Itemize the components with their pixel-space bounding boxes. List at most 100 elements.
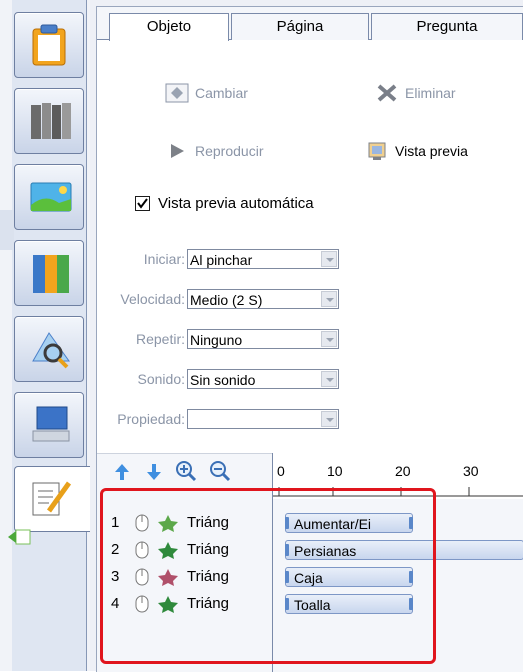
clipboard-icon bbox=[32, 24, 66, 66]
animation-index: 4 bbox=[111, 595, 120, 612]
play-label: Reproducir bbox=[195, 143, 264, 159]
mouse-click-icon bbox=[135, 541, 149, 559]
landscape-icon bbox=[30, 182, 72, 212]
property-select[interactable] bbox=[187, 409, 339, 429]
effect-bar-start-handle[interactable] bbox=[285, 571, 289, 583]
effect-bar[interactable]: Aumentar/Ei bbox=[285, 513, 413, 533]
property-dropdown-arrow-icon[interactable] bbox=[321, 411, 337, 427]
timeline-ruler: 0 10 20 30 bbox=[272, 453, 523, 499]
preview-icon bbox=[365, 141, 389, 161]
move-down-icon[interactable] bbox=[145, 462, 163, 482]
background-button[interactable] bbox=[14, 164, 84, 230]
checkmark-icon bbox=[137, 198, 148, 209]
sound-select[interactable]: Sin sonido bbox=[187, 369, 339, 389]
play-button[interactable]: Reproducir bbox=[165, 141, 263, 161]
ruler-tick-0: 0 bbox=[277, 463, 285, 479]
animation-row[interactable]: 2 Triáng bbox=[111, 538, 229, 562]
change-icon bbox=[165, 83, 189, 103]
animation-row[interactable]: 4 Triáng bbox=[111, 592, 229, 616]
sound-dropdown-arrow-icon[interactable] bbox=[321, 371, 337, 387]
effect-bar-end-handle[interactable] bbox=[409, 571, 413, 583]
animation-object-name: Triáng bbox=[187, 568, 229, 585]
effect-label: Caja bbox=[294, 570, 323, 586]
ruler-ticks bbox=[273, 487, 523, 497]
effect-bar[interactable]: Toalla bbox=[285, 594, 413, 614]
ruler-tick-10: 10 bbox=[327, 463, 343, 479]
effect-star-icon bbox=[158, 515, 178, 532]
edit-button[interactable] bbox=[14, 466, 91, 532]
effect-label: Persianas bbox=[294, 543, 357, 559]
left-edge-decoration bbox=[0, 210, 14, 250]
start-select[interactable]: Al pinchar bbox=[187, 249, 339, 269]
effect-bar[interactable]: Caja bbox=[285, 567, 413, 587]
tab-pagina[interactable]: Página bbox=[231, 13, 369, 40]
left-toolbar bbox=[0, 0, 91, 671]
repeat-label: Repetir: bbox=[135, 331, 185, 347]
timeline-divider bbox=[272, 499, 273, 672]
animation-object-name: Triáng bbox=[187, 595, 229, 612]
effect-star-icon bbox=[158, 542, 178, 559]
tab-pregunta-label: Pregunta bbox=[416, 18, 478, 35]
collapse-arrow-icon[interactable] bbox=[6, 526, 34, 550]
animation-row[interactable]: 1 Triáng bbox=[111, 511, 229, 535]
repeat-select[interactable]: Ninguno bbox=[187, 329, 339, 349]
animation-row[interactable]: 3 Triáng bbox=[111, 565, 229, 589]
delete-button[interactable]: Eliminar bbox=[375, 83, 456, 103]
library-button[interactable] bbox=[14, 88, 84, 154]
effect-bar-start-handle[interactable] bbox=[285, 517, 289, 529]
property-label: Propiedad: bbox=[117, 411, 185, 427]
start-dropdown-arrow-icon[interactable] bbox=[321, 251, 337, 267]
move-up-icon[interactable] bbox=[113, 462, 131, 482]
repeat-dropdown-arrow-icon[interactable] bbox=[321, 331, 337, 347]
binders-icon bbox=[33, 255, 69, 293]
effect-label: Toalla bbox=[294, 597, 331, 613]
computer-icon bbox=[32, 406, 70, 442]
mouse-click-icon bbox=[135, 514, 149, 532]
speed-select[interactable]: Medio (2 S) bbox=[187, 289, 339, 309]
speed-dropdown-arrow-icon[interactable] bbox=[321, 291, 337, 307]
mouse-click-icon bbox=[135, 595, 149, 613]
binders-button[interactable] bbox=[14, 240, 84, 306]
animation-panel-content: Objeto Página Pregunta Cambiar Eliminar … bbox=[96, 6, 523, 672]
tab-pregunta[interactable]: Pregunta bbox=[371, 13, 523, 40]
animation-index: 2 bbox=[111, 541, 120, 558]
change-button[interactable]: Cambiar bbox=[165, 83, 248, 103]
zoom-out-icon[interactable] bbox=[209, 460, 231, 482]
animation-object-name: Triáng bbox=[187, 514, 229, 531]
delete-label: Eliminar bbox=[405, 85, 456, 101]
repeat-value: Ninguno bbox=[190, 332, 243, 348]
effect-star-icon bbox=[158, 596, 178, 613]
effect-star-icon bbox=[158, 569, 178, 586]
effect-bar[interactable]: Persianas bbox=[285, 540, 523, 560]
speed-label: Velocidad: bbox=[120, 291, 185, 307]
tab-objeto[interactable]: Objeto bbox=[109, 13, 229, 41]
preview-label: Vista previa bbox=[395, 143, 468, 159]
tab-pagina-label: Página bbox=[276, 18, 324, 35]
mouse-click-icon bbox=[135, 568, 149, 586]
animation-object-name: Triáng bbox=[187, 541, 229, 558]
effect-bar-start-handle[interactable] bbox=[285, 544, 289, 556]
zoom-in-icon[interactable] bbox=[175, 460, 197, 482]
auto-preview-checkbox[interactable] bbox=[135, 196, 150, 211]
delete-x-icon bbox=[375, 83, 399, 103]
edit-pencil-icon bbox=[32, 481, 72, 516]
effect-bar-end-handle[interactable] bbox=[409, 517, 413, 529]
books-icon bbox=[31, 103, 71, 139]
ruler-tick-30: 30 bbox=[463, 463, 479, 479]
search-tool-button[interactable] bbox=[14, 316, 84, 382]
animation-panel: Objeto Página Pregunta Cambiar Eliminar … bbox=[90, 0, 523, 672]
tab-bar: Objeto Página Pregunta bbox=[97, 7, 523, 41]
effect-bar-end-handle[interactable] bbox=[409, 598, 413, 610]
preview-button[interactable]: Vista previa bbox=[365, 141, 468, 161]
sound-label: Sonido: bbox=[137, 371, 185, 387]
play-icon bbox=[165, 141, 189, 161]
tab-objeto-label: Objeto bbox=[146, 18, 192, 35]
auto-preview-row[interactable]: Vista previa automática bbox=[135, 195, 314, 212]
start-label: Iniciar: bbox=[143, 251, 185, 267]
clipboard-button[interactable] bbox=[14, 12, 84, 78]
effect-bar-start-handle[interactable] bbox=[285, 598, 289, 610]
speed-value: Medio (2 S) bbox=[190, 292, 263, 308]
computer-button[interactable] bbox=[14, 392, 84, 458]
animation-index: 3 bbox=[111, 568, 120, 585]
sound-value: Sin sonido bbox=[190, 372, 256, 388]
